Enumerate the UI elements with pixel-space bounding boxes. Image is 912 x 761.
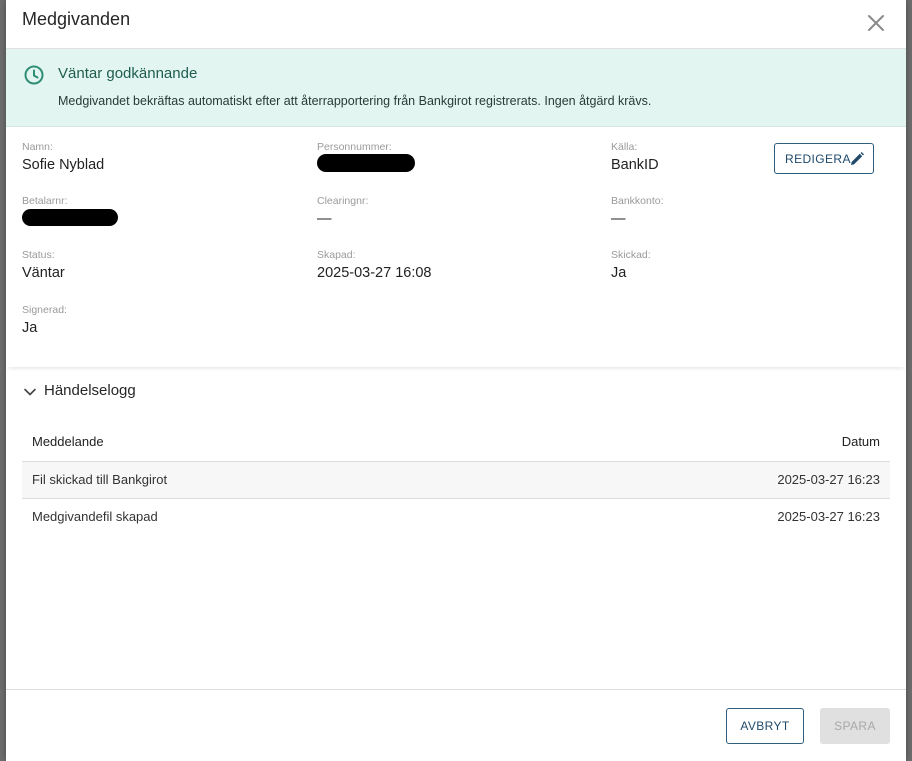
personnummer-redaction (317, 154, 415, 172)
signed-value: Ja (22, 320, 38, 336)
name-label: Namn: (22, 141, 53, 153)
cancel-button[interactable]: AVBRYT (726, 708, 804, 744)
payer-field: Betalarnr: (22, 195, 68, 208)
edit-button-label: REDIGERA (785, 152, 851, 166)
created-field: Skapad: 2025-03-27 16:08 (317, 249, 432, 282)
edit-button[interactable]: REDIGERA (774, 143, 874, 174)
status-label: Status: (22, 249, 55, 261)
status-alert: Väntar godkännande Medgivandet bekräftas… (6, 49, 906, 127)
close-button[interactable] (864, 11, 888, 35)
payer-redaction (22, 209, 118, 226)
alert-text: Medgivandet bekräftas automatiskt efter … (58, 94, 652, 108)
modal-header: Medgivanden (6, 0, 906, 49)
signed-label: Signerad: (22, 304, 67, 316)
sent-field: Skickad: Ja (611, 249, 651, 282)
clock-icon (24, 65, 44, 85)
name-value: Sofie Nyblad (22, 157, 105, 173)
pencil-icon (851, 152, 864, 165)
row-date: 2025-03-27 16:23 (777, 509, 880, 524)
table-header: Meddelande Datum (22, 424, 890, 462)
created-value: 2025-03-27 16:08 (317, 265, 432, 281)
sent-value: Ja (611, 265, 627, 281)
table-row: Fil skickad till Bankgirot 2025-03-27 16… (22, 462, 890, 499)
column-header-date[interactable]: Datum (842, 434, 880, 449)
clearing-field: Clearingnr: — (317, 195, 368, 228)
source-field: Källa: BankID (611, 141, 659, 174)
account-field: Bankkonto: — (611, 195, 664, 228)
sent-label: Skickad: (611, 249, 651, 261)
column-header-message[interactable]: Meddelande (32, 434, 104, 449)
clearing-value: — (317, 211, 332, 227)
consent-modal: Medgivanden Väntar godkännande Medgivand… (6, 0, 906, 761)
close-icon (868, 15, 884, 31)
signed-field: Signerad: Ja (22, 304, 67, 337)
account-label: Bankkonto: (611, 195, 664, 207)
clearing-label: Clearingnr: (317, 195, 369, 207)
created-label: Skapad: (317, 249, 356, 261)
modal-footer: AVBRYT SPARA (6, 689, 906, 761)
consent-details: Namn: Sofie Nyblad Personnummer: Källa: … (6, 127, 906, 367)
payer-label: Betalarnr: (22, 195, 68, 207)
event-log-title: Händelselogg (44, 382, 136, 399)
source-value: BankID (611, 157, 659, 173)
source-label: Källa: (611, 141, 638, 153)
personnummer-label: Personnummer: (317, 141, 392, 153)
row-message: Fil skickad till Bankgirot (32, 472, 168, 487)
save-button[interactable]: SPARA (820, 708, 890, 744)
event-log-table: Meddelande Datum Fil skickad till Bankgi… (22, 424, 890, 535)
table-row: Medgivandefil skapad 2025-03-27 16:23 (22, 499, 890, 535)
name-field: Namn: Sofie Nyblad (22, 141, 104, 174)
modal-title: Medgivanden (22, 9, 131, 29)
account-value: — (611, 211, 626, 227)
status-value: Väntar (22, 265, 65, 281)
row-message: Medgivandefil skapad (32, 509, 158, 524)
alert-title: Väntar godkännande (58, 65, 198, 82)
chevron-down-icon (24, 388, 36, 396)
personnummer-field: Personnummer: (317, 141, 392, 154)
row-date: 2025-03-27 16:23 (777, 472, 880, 487)
status-field: Status: Väntar (22, 249, 65, 282)
